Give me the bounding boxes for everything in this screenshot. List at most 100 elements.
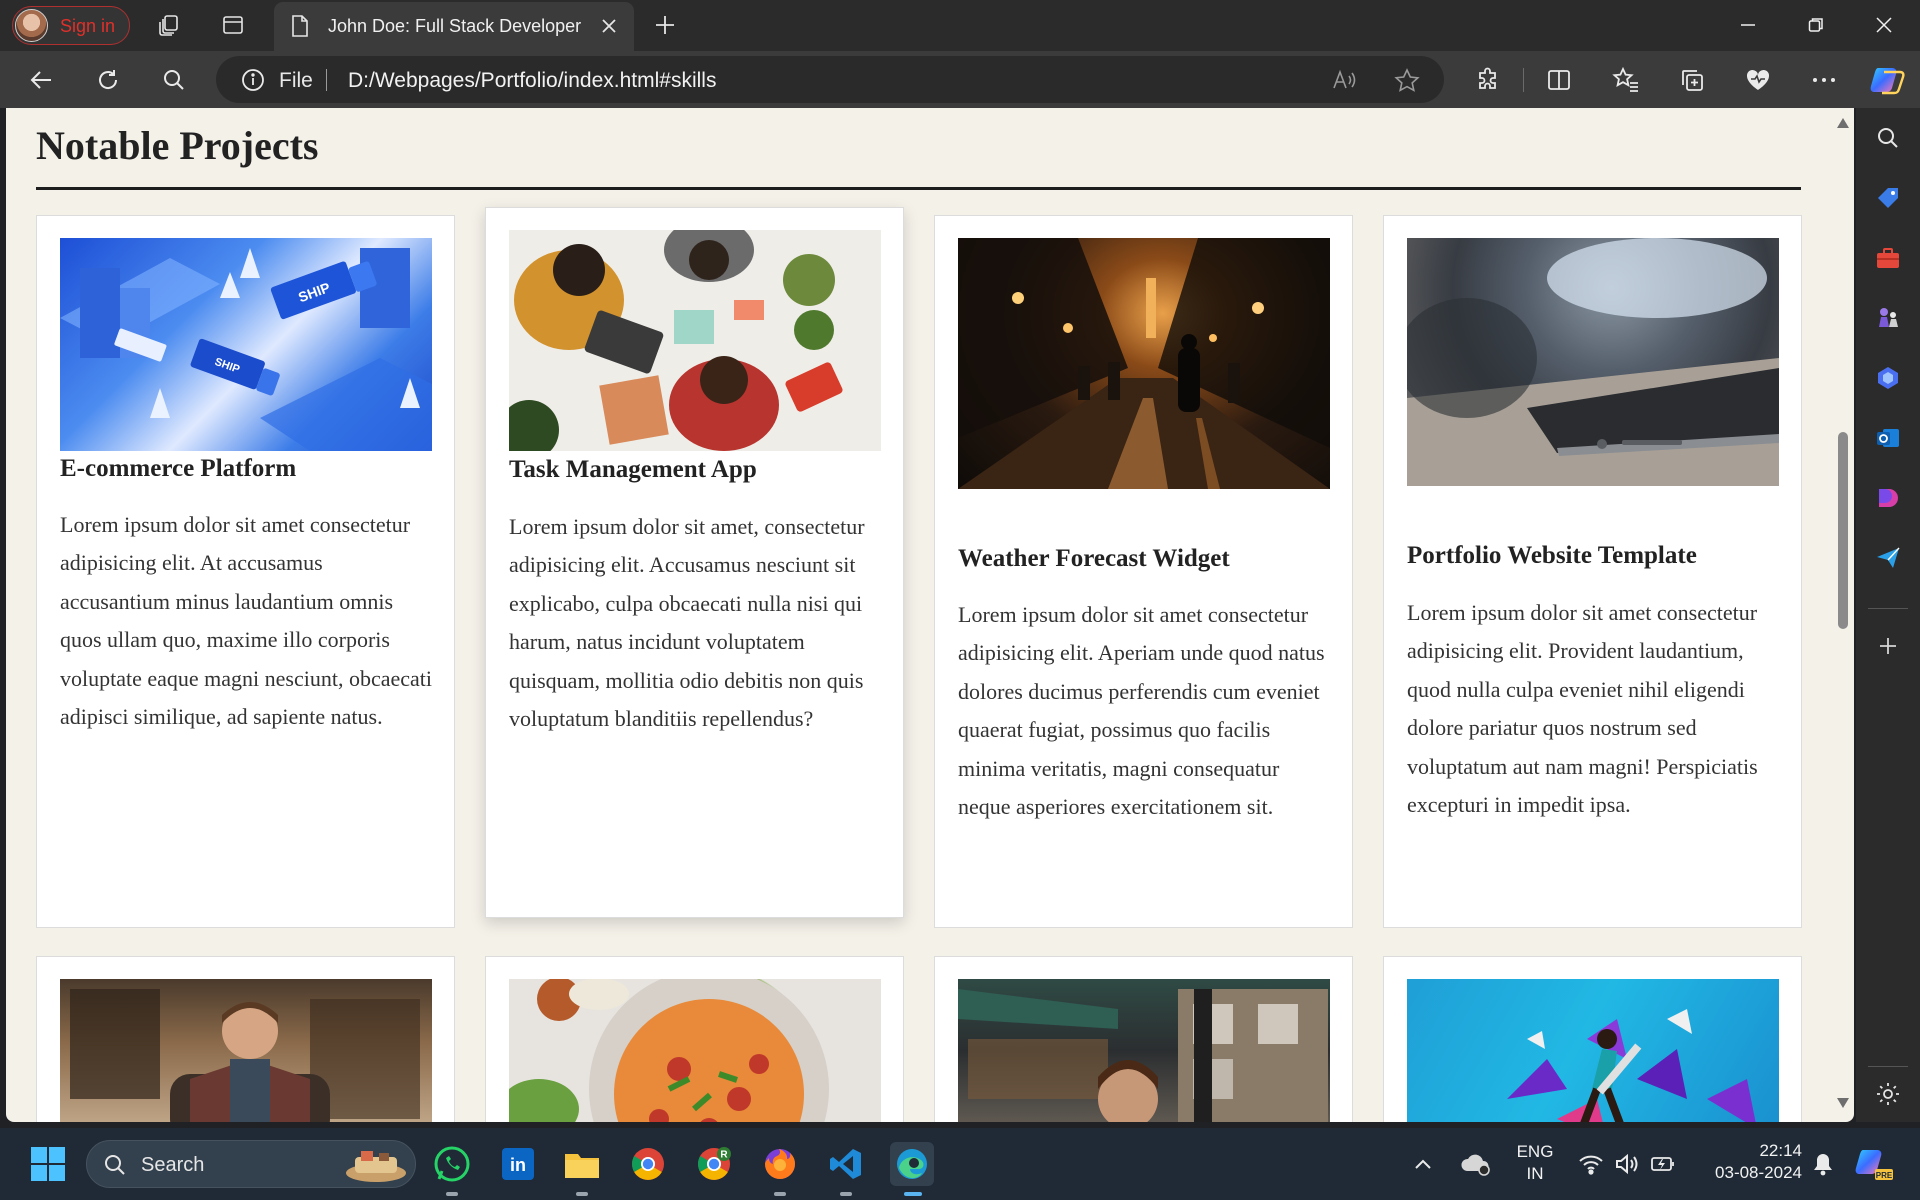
profile-avatar (15, 9, 48, 42)
whatsapp-icon[interactable] (430, 1142, 474, 1186)
taskbar-search-icon (105, 1155, 125, 1175)
project-card-row2-1[interactable] (36, 956, 455, 1122)
volume-icon[interactable] (1610, 1142, 1644, 1186)
section-title: Notable Projects (36, 123, 319, 168)
project-card-portfolio-template[interactable]: Portfolio Website Template Lorem ipsum d… (1383, 215, 1802, 928)
chrome-profile-icon[interactable]: R (692, 1142, 736, 1186)
collections-icon[interactable] (1676, 64, 1708, 96)
firefox-icon[interactable] (758, 1142, 802, 1186)
minimize-icon[interactable] (1726, 8, 1770, 42)
address-divider (326, 69, 327, 91)
scroll-thumb[interactable] (1838, 432, 1848, 629)
project-title: Portfolio Website Template (1407, 542, 1697, 569)
section-divider (36, 187, 1801, 190)
site-info-icon[interactable] (240, 67, 266, 98)
copilot-sidebar-icon[interactable] (1872, 362, 1904, 394)
address-bar[interactable]: File D:/Webpages/Portfolio/index.html#sk… (216, 56, 1444, 103)
refresh-icon[interactable] (92, 64, 124, 96)
project-description: Lorem ipsum dolor sit amet, consectetur … (509, 514, 865, 732)
taskbar-search-label: Search (141, 1154, 205, 1176)
windows-taskbar: Search in R ENG IN 22:14 03-08-2024 PRE (0, 1128, 1920, 1200)
tab-title: John Doe: Full Stack Developer (328, 16, 582, 36)
running-indicator (840, 1192, 852, 1196)
copilot-icon[interactable] (1868, 60, 1908, 100)
sidebar-search-icon[interactable] (1872, 122, 1904, 154)
active-indicator (904, 1192, 922, 1196)
read-aloud-icon[interactable] (1332, 68, 1358, 97)
windows-start-icon[interactable] (26, 1142, 70, 1186)
team-working-at-desk-image (509, 230, 881, 451)
edge-sidebar (1856, 108, 1920, 1122)
taskbar-search-box[interactable]: Search (86, 1140, 416, 1188)
shopping-tag-icon[interactable] (1872, 182, 1904, 214)
designer-icon[interactable] (1872, 482, 1904, 514)
settings-gear-icon[interactable] (1872, 1078, 1904, 1110)
project-card-weather[interactable]: Weather Forecast Widget Lorem ipsum dolo… (934, 215, 1353, 928)
man-presenting-image (60, 979, 432, 1122)
pizza-plate-image (509, 979, 881, 1122)
project-card-row2-3[interactable] (934, 956, 1353, 1122)
close-window-icon[interactable] (1862, 8, 1906, 42)
running-indicator (446, 1192, 458, 1196)
rainy-night-street-image (958, 238, 1330, 489)
project-description: Lorem ipsum dolor sit amet consectetur a… (60, 512, 433, 730)
project-card-ecommerce[interactable]: SHIP SHIP E-commerce Platform Lorem ipsu… (36, 215, 455, 928)
browser-title-bar: Sign in John Doe: Full Stack Developer (0, 0, 1920, 51)
linkedin-icon[interactable]: in (496, 1142, 540, 1186)
scroll-down-arrow-icon[interactable] (1837, 1098, 1849, 1108)
tab-portfolio[interactable]: John Doe: Full Stack Developer (274, 2, 634, 51)
workspaces-icon[interactable] (154, 10, 184, 40)
more-menu-icon[interactable] (1808, 64, 1840, 96)
file-explorer-icon[interactable] (560, 1142, 604, 1186)
document-icon (290, 14, 310, 43)
back-icon[interactable] (26, 64, 58, 96)
split-screen-icon[interactable] (1543, 64, 1575, 96)
drop-send-icon[interactable] (1872, 542, 1904, 574)
extensions-icon[interactable] (1472, 64, 1504, 96)
edge-icon[interactable] (890, 1142, 934, 1186)
language-indicator[interactable]: ENG IN (1508, 1142, 1562, 1184)
battery-charging-icon[interactable] (1646, 1142, 1680, 1186)
sidebar-divider (1868, 1066, 1908, 1067)
isometric-shipping-city-image: SHIP SHIP (60, 238, 432, 451)
favorite-star-icon[interactable] (1394, 68, 1420, 99)
copilot-taskbar-icon[interactable]: PRE (1852, 1142, 1896, 1186)
search-icon[interactable] (158, 64, 190, 96)
svg-text:in: in (510, 1155, 526, 1175)
project-description: Lorem ipsum dolor sit amet consectetur a… (1407, 600, 1758, 818)
restore-icon[interactable] (1794, 8, 1838, 42)
close-tab-icon[interactable] (596, 13, 622, 39)
games-chess-icon[interactable] (1872, 302, 1904, 334)
outlook-icon[interactable] (1872, 422, 1904, 454)
language-code: ENG (1516, 1142, 1554, 1161)
language-region: IN (1526, 1164, 1544, 1183)
add-sidebar-app-icon[interactable] (1872, 630, 1904, 662)
scroll-up-arrow-icon[interactable] (1837, 118, 1849, 128)
show-hidden-icons-chevron-icon[interactable] (1408, 1142, 1438, 1186)
project-card-row2-2[interactable] (485, 956, 904, 1122)
project-card-task-manager[interactable]: Task Management App Lorem ipsum dolor si… (485, 207, 904, 918)
vertical-tabs-icon[interactable] (218, 10, 248, 40)
clock[interactable]: 22:14 03-08-2024 (1692, 1141, 1802, 1183)
tools-briefcase-icon[interactable] (1872, 242, 1904, 274)
wifi-icon[interactable] (1574, 1142, 1608, 1186)
browser-essentials-icon[interactable] (1742, 64, 1774, 96)
vscode-icon[interactable] (824, 1142, 868, 1186)
signin-label: Sign in (60, 16, 116, 36)
address-url[interactable]: D:/Webpages/Portfolio/index.html#skills (348, 69, 716, 93)
smartphone-closeup-image (1407, 238, 1779, 486)
chrome-icon[interactable] (626, 1142, 670, 1186)
project-title: Weather Forecast Widget (958, 545, 1230, 572)
onedrive-weather-icon[interactable] (1456, 1142, 1496, 1186)
favorites-icon[interactable] (1610, 64, 1642, 96)
page-viewport: Notable Projects SHIP SHIP E-commerce Pl… (6, 108, 1854, 1122)
project-description: Lorem ipsum dolor sit amet consectetur a… (958, 602, 1325, 820)
sports-splash-image (1407, 979, 1779, 1122)
new-tab-icon[interactable] (650, 10, 680, 40)
project-card-row2-4[interactable] (1383, 956, 1802, 1122)
clock-date: 03-08-2024 (1715, 1163, 1802, 1182)
notification-bell-icon[interactable] (1806, 1142, 1840, 1186)
project-title: E-commerce Platform (60, 455, 297, 482)
profile-signin-button[interactable]: Sign in (12, 6, 130, 45)
clock-time: 22:14 (1759, 1141, 1802, 1160)
